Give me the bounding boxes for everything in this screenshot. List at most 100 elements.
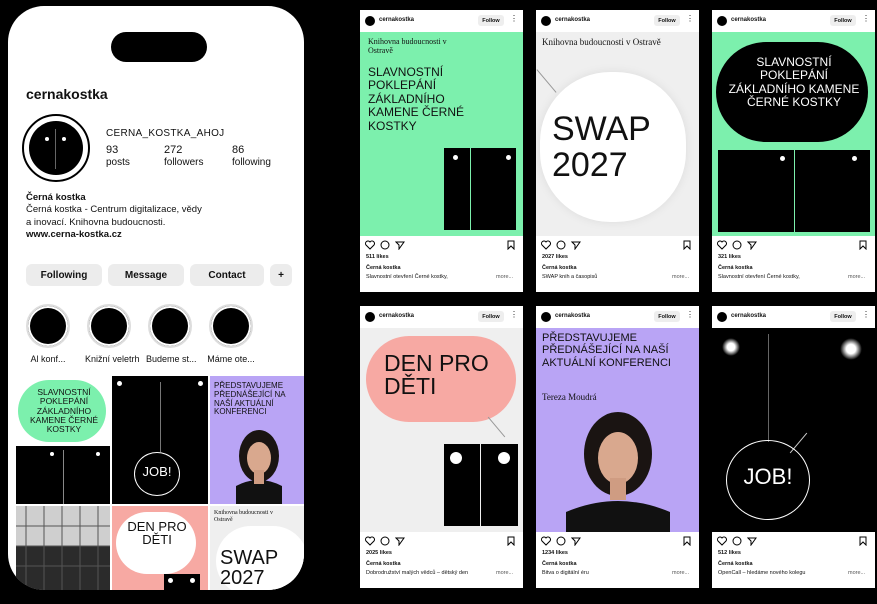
like-icon[interactable] [541,240,551,250]
share-icon[interactable] [395,240,405,250]
highlight-3[interactable]: Budeme st... [146,304,197,364]
comment-icon[interactable] [732,536,742,546]
comment-icon[interactable] [380,536,390,546]
post-actions [712,534,875,548]
post-avatar[interactable] [541,16,551,26]
more-options-icon[interactable]: ⋮ [510,310,518,320]
likes-count[interactable]: 2027 likes [542,254,568,260]
more-options-icon[interactable]: ⋮ [862,14,870,24]
more-options-icon[interactable]: ⋮ [862,310,870,320]
comment-icon[interactable] [732,240,742,250]
likes-count[interactable]: 511 likes [366,254,389,260]
post-avatar[interactable] [717,312,727,322]
following-count[interactable]: 86 following [232,144,271,169]
highlight-1[interactable]: Al konf... [24,304,72,364]
profile-username: cernakostka [26,86,108,102]
more-link[interactable]: more... [848,570,865,576]
share-icon[interactable] [571,240,581,250]
save-icon[interactable] [858,536,868,546]
post-username[interactable]: cernakostka [379,313,414,319]
caption-author: Černá kostka [542,265,577,271]
more-options-icon[interactable]: ⋮ [686,310,694,320]
post-actions [360,534,523,548]
like-icon[interactable] [365,536,375,546]
follow-button[interactable]: Follow [830,15,856,26]
follow-button[interactable]: Follow [478,15,504,26]
like-icon[interactable] [365,240,375,250]
speaker-portrait [566,412,670,532]
post-avatar[interactable] [541,312,551,322]
post-image[interactable]: Knihovna budoucnosti v Ostravě SLAVNOSTN… [360,32,523,236]
post-card-1[interactable]: cernakostka Follow ⋮ Knihovna budoucnosti … [360,10,523,292]
profile-avatar[interactable] [22,114,90,182]
caption-author: Černá kostka [542,561,577,567]
more-link[interactable]: more... [848,274,865,280]
more-link[interactable]: more... [496,570,513,576]
more-link[interactable]: more... [496,274,513,280]
post-card-2[interactable]: cernakostka Follow ⋮ Knihovna budoucnosti … [536,10,699,292]
grid-tile-6[interactable]: Knihovna budoucnosti v Ostravě SWAP 2027 [210,506,304,590]
following-button[interactable]: Following [26,264,102,286]
post-card-6[interactable]: cernakostka Follow ⋮ JOB! 512 likes Černá … [712,306,875,588]
highlight-4[interactable]: Máme ote... [207,304,255,364]
follow-button[interactable]: Follow [654,15,680,26]
follow-button[interactable]: Follow [830,311,856,322]
grid-tile-4[interactable] [16,506,110,590]
follow-button[interactable]: Follow [478,311,504,322]
bio-link[interactable]: www.cerna-kostka.cz [26,229,286,241]
post-image[interactable]: Knihovna budoucnosti v Ostravě SWAP 2027 [536,32,699,236]
save-icon[interactable] [506,240,516,250]
save-icon[interactable] [682,536,692,546]
caption-text: Slavnostní otevření Černé kostky, [366,274,448,280]
caption-author: Černá kostka [366,561,401,567]
caption-author: Černá kostka [718,265,753,271]
message-button[interactable]: Message [108,264,184,286]
post-username[interactable]: cernakostka [731,313,766,319]
contact-button[interactable]: Contact [190,264,264,286]
post-card-5[interactable]: cernakostka Follow ⋮ PŘEDSTAVUJEME PŘEDNÁŠ… [536,306,699,588]
likes-count[interactable]: 512 likes [718,550,741,556]
save-icon[interactable] [682,240,692,250]
more-options-icon[interactable]: ⋮ [686,14,694,24]
post-avatar[interactable] [365,16,375,26]
post-image[interactable]: DEN PRO DĚTI [360,328,523,532]
likes-count[interactable]: 2025 likes [366,550,392,556]
share-icon[interactable] [747,536,757,546]
save-icon[interactable] [506,536,516,546]
highlight-2[interactable]: Knižní veletrh [85,304,140,364]
follow-button[interactable]: Follow [654,311,680,322]
post-username[interactable]: cernakostka [555,313,590,319]
post-username[interactable]: cernakostka [379,17,414,23]
more-options-icon[interactable]: ⋮ [510,14,518,24]
more-link[interactable]: more... [672,274,689,280]
comment-icon[interactable] [380,240,390,250]
like-icon[interactable] [541,536,551,546]
post-image[interactable]: SLAVNOSTNÍ POKLEPÁNÍ ZÁKLADNÍHO KAMENE Č… [712,32,875,236]
post-username[interactable]: cernakostka [731,17,766,23]
grid-tile-3[interactable]: PŘEDSTAVUJEME PŘEDNÁŠEJÍCÍ NA NAŠÍ AKTUÁ… [210,376,304,504]
share-icon[interactable] [395,536,405,546]
comment-icon[interactable] [556,240,566,250]
like-icon[interactable] [717,536,727,546]
likes-count[interactable]: 321 likes [718,254,741,260]
posts-count[interactable]: 93 posts [106,144,130,169]
post-image[interactable]: PŘEDSTAVUJEME PŘEDNÁŠEJÍCÍ NA NAŠÍ AKTUÁ… [536,328,699,532]
post-avatar[interactable] [365,312,375,322]
grid-tile-2[interactable]: JOB! [112,376,208,504]
grid-tile-5[interactable]: DEN PRO DĚTI [112,506,208,590]
share-icon[interactable] [747,240,757,250]
add-user-button[interactable]: + [270,264,292,286]
post-card-4[interactable]: cernakostka Follow ⋮ DEN PRO DĚTI 2025 lik… [360,306,523,588]
post-avatar[interactable] [717,16,727,26]
comment-icon[interactable] [556,536,566,546]
more-link[interactable]: more... [672,570,689,576]
like-icon[interactable] [717,240,727,250]
followers-count[interactable]: 272 followers [164,144,203,169]
post-card-3[interactable]: cernakostka Follow ⋮ SLAVNOSTNÍ POKLEPÁNÍ … [712,10,875,292]
likes-count[interactable]: 1234 likes [542,550,568,556]
share-icon[interactable] [571,536,581,546]
post-image[interactable]: JOB! [712,328,875,532]
grid-tile-1[interactable]: SLAVNOSTNÍ POKLEPÁNÍ ZÁKLADNÍHO KAMENE Č… [16,376,110,504]
post-username[interactable]: cernakostka [555,17,590,23]
save-icon[interactable] [858,240,868,250]
